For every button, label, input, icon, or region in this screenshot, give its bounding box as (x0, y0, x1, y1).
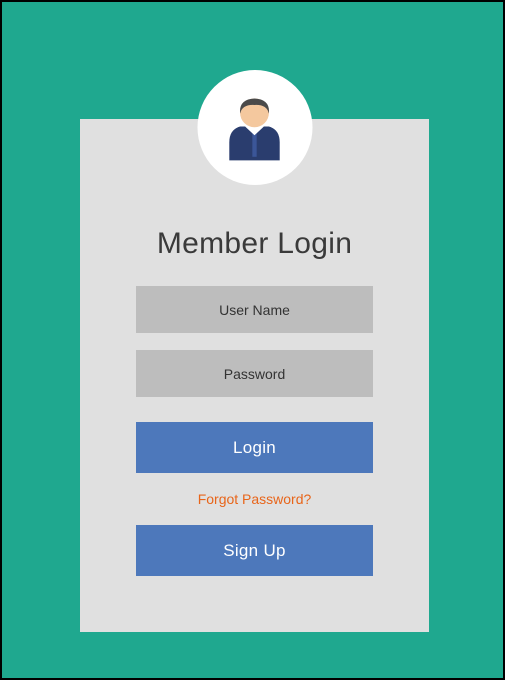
avatar-circle (197, 70, 312, 185)
avatar-icon (219, 92, 291, 164)
forgot-password-link[interactable]: Forgot Password? (136, 491, 373, 507)
login-card: Member Login Login Forgot Password? Sign… (80, 119, 429, 632)
username-input[interactable] (136, 286, 373, 333)
login-form: Login Forgot Password? Sign Up (136, 286, 373, 576)
signup-button[interactable]: Sign Up (136, 525, 373, 576)
login-button[interactable]: Login (136, 422, 373, 473)
login-title: Member Login (80, 227, 429, 261)
password-input[interactable] (136, 350, 373, 397)
